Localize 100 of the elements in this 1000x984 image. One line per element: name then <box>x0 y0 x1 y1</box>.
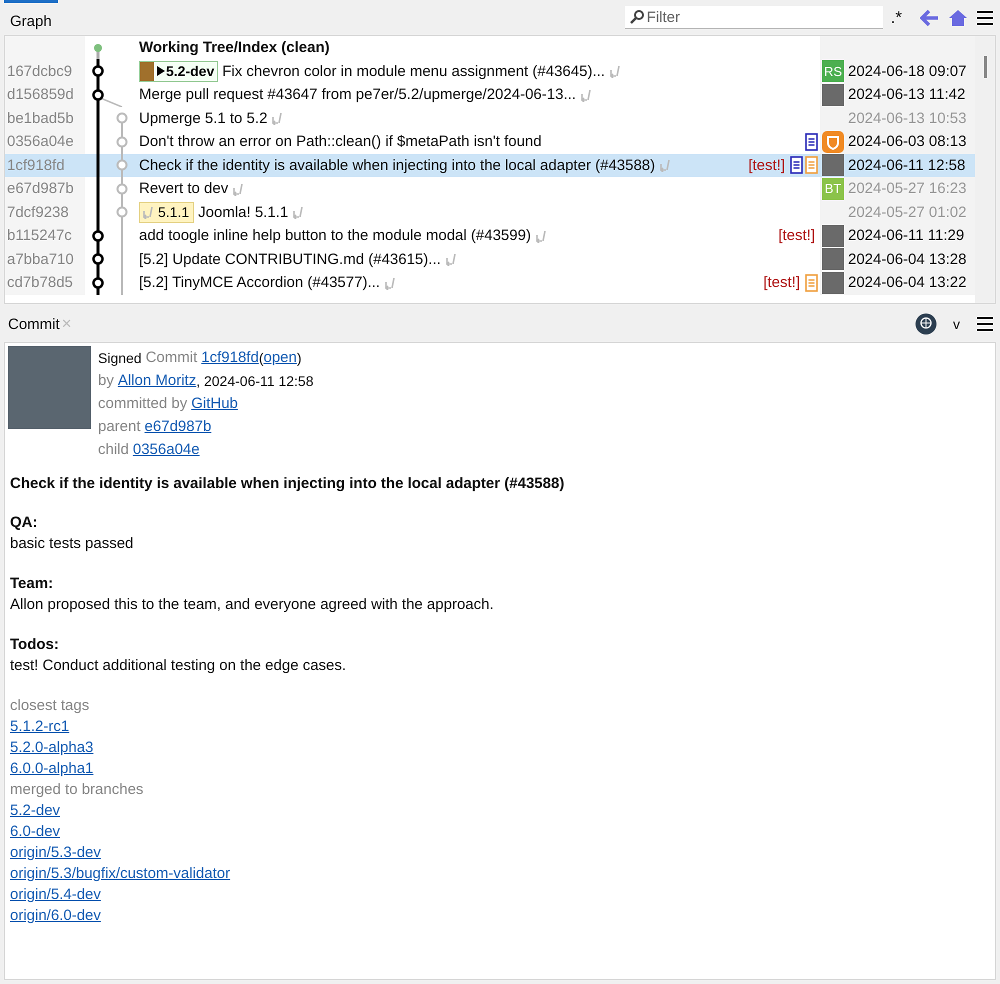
group-label: closest tags <box>10 696 90 716</box>
meta-text: ) <box>296 350 302 366</box>
meta-text: Commit <box>146 349 198 366</box>
shield-logo-icon <box>822 130 844 153</box>
meta-text: ( <box>258 350 264 366</box>
meta-text: parent <box>98 418 141 435</box>
commit-message: Working Tree/Index (clean) <box>139 39 330 56</box>
commit-message: Joomla! 5.1.1 <box>198 204 288 221</box>
commit-link[interactable]: 1cf918fd <box>201 349 259 366</box>
regex-toggle[interactable]: .* <box>890 8 902 28</box>
section-heading: QA: <box>10 513 38 533</box>
commit-row[interactable]: cd7b78d5 [5.2] TinyMCE Accordion (#43577)... [test!] 2024-06-04 13:22 <box>5 271 975 294</box>
menu-icon[interactable] <box>976 316 994 332</box>
commit-date: 2024-05-27 16:23 <box>848 180 966 198</box>
commit-node <box>116 206 128 218</box>
test-label: [test!] <box>748 156 785 174</box>
commit-hash: d156859d <box>7 86 74 104</box>
commit-link[interactable]: 0356a04e <box>132 441 200 458</box>
section-text: test! Conduct additional testing on the edge cases. <box>10 656 348 676</box>
commit-date: 2024-06-13 11:42 <box>848 86 966 104</box>
back-arrow-icon[interactable] <box>920 8 940 26</box>
avatar-placeholder <box>822 272 844 294</box>
commit-date: 2024-06-03 08:13 <box>848 133 966 150</box>
branch-label: 5.2-dev <box>139 60 218 82</box>
group-label: merged to branches <box>10 780 144 800</box>
commit-message: Check if the identity is available when injecting into the local adapter (#43588) <box>139 156 656 174</box>
commit-hash: b115247c <box>7 227 72 244</box>
commit-date: 2024-05-27 01:02 <box>848 204 966 221</box>
commit-message: Don't throw an error on Path::clean() if $metaPath isn't found <box>139 133 542 150</box>
commit-date: 2024-06-11 12:58 <box>848 156 966 174</box>
commit-node <box>116 183 128 194</box>
tag-label: 5.1.1 <box>139 202 194 223</box>
ref-link[interactable]: origin/5.3-dev <box>10 842 101 863</box>
commit-date: 2024-06-11 11:29 <box>848 227 964 244</box>
avatar-placeholder <box>822 248 844 270</box>
commit-row[interactable]: Working Tree/Index (clean) <box>5 36 975 60</box>
section-text: Allon proposed this to the team, and everyone agreed with the approach. <box>10 595 495 615</box>
commit-node <box>92 277 104 288</box>
commit-node <box>92 66 104 77</box>
line-wrap-icon <box>142 205 156 220</box>
commit-hash: 167dcbc9 <box>7 62 72 80</box>
section-text: basic tests passed <box>10 534 134 554</box>
commit-link[interactable]: GitHub <box>191 395 238 412</box>
commit-node <box>92 254 104 265</box>
meta-text: Signed <box>98 350 142 366</box>
avatar-initials: BT <box>822 178 844 200</box>
commit-link[interactable]: e67d987b <box>144 418 212 435</box>
meta-text: child <box>98 441 129 458</box>
commit-node <box>92 230 104 242</box>
commit-message: Merge pull request #43647 from pe7er/5.2/upmerge/2024-06-13... <box>139 86 576 104</box>
avatar-placeholder <box>822 154 844 176</box>
commit-link[interactable]: Allon Moritz <box>118 372 196 389</box>
commit-link[interactable]: open <box>263 349 297 366</box>
ref-link[interactable]: 5.2.0-alpha3 <box>10 737 94 758</box>
ref-link[interactable]: origin/6.0-dev <box>10 905 101 926</box>
commit-tab[interactable]: Commit× <box>8 314 72 334</box>
commit-hash: 7dcf9238 <box>7 204 69 221</box>
test-label: [test!] <box>763 274 800 292</box>
ref-link[interactable]: 6.0-dev <box>10 821 60 842</box>
commit-row[interactable]: 1cf918fd Check if the identity is available when injecting into the local adapter (#43588) [test!] 2024-06-11 12:58 <box>5 154 975 177</box>
ref-link[interactable]: 6.0.0-alpha1 <box>10 758 94 779</box>
commit-hash: a7bba710 <box>7 250 74 268</box>
commit-node <box>92 89 104 100</box>
commit-message: [5.2] TinyMCE Accordion (#43577)... <box>139 274 380 292</box>
commit-node <box>94 44 102 52</box>
ref-link[interactable]: origin/5.3/bugfix/custom-validator <box>10 863 230 884</box>
commit-date: 2024-06-13 10:53 <box>848 110 966 127</box>
commit-message: add toogle inline help button to the module modal (#43599) <box>139 227 531 244</box>
test-label: [test!] <box>778 227 815 244</box>
scrollbar-thumb[interactable] <box>984 56 986 78</box>
ref-link[interactable]: 5.2-dev <box>10 800 60 821</box>
commit-message: Upmerge 5.1 to 5.2 <box>139 110 268 127</box>
commit-node <box>116 136 128 148</box>
commit-message: Fix chevron color in module menu assignment (#43645)... <box>222 62 605 80</box>
commit-node <box>116 112 128 124</box>
commit-hash: 1cf918fd <box>7 156 65 174</box>
commit-node <box>116 160 128 171</box>
dropdown-caret[interactable]: v <box>953 316 960 332</box>
commit-hash: 0356a04e <box>7 133 74 150</box>
commit-row[interactable]: b115247c add toogle inline help button to the module modal (#43599) [test!] 2024-06-11 11:29 <box>5 224 975 248</box>
branch-color-swatch <box>140 62 154 81</box>
commit-date: 2024-06-18 09:07 <box>848 62 966 80</box>
commit-title: Check if the identity is available when injecting into the local adapter (#43588) <box>10 475 566 492</box>
ref-link[interactable]: 5.1.2-rc1 <box>10 716 70 737</box>
commit-hash: cd7b78d5 <box>7 274 73 292</box>
commit-message: Revert to dev <box>139 180 228 198</box>
meta-text: committed by <box>98 395 188 412</box>
meta-text: , 2024-06-11 12:58 <box>196 372 314 388</box>
filter-field[interactable]: Filter <box>624 6 883 29</box>
section-heading: Team: <box>10 574 54 594</box>
commit-date: 2024-06-04 13:22 <box>848 274 966 292</box>
commit-date: 2024-06-04 13:28 <box>848 250 966 268</box>
home-icon[interactable] <box>948 8 968 26</box>
commit-row[interactable]: 167dcbc9 5.2-dev Fix chevron color in module menu assignment (#43645)... RS 2024-06-18 09:07 <box>5 60 975 83</box>
commit-hash: e67d987b <box>7 180 74 198</box>
menu-icon[interactable] <box>976 10 994 26</box>
commit-message: [5.2] Update CONTRIBUTING.md (#43615)... <box>139 250 441 268</box>
avatar-initials: RS <box>822 60 844 82</box>
ref-link[interactable]: origin/5.4-dev <box>10 884 101 905</box>
meta-text: by <box>98 372 114 389</box>
